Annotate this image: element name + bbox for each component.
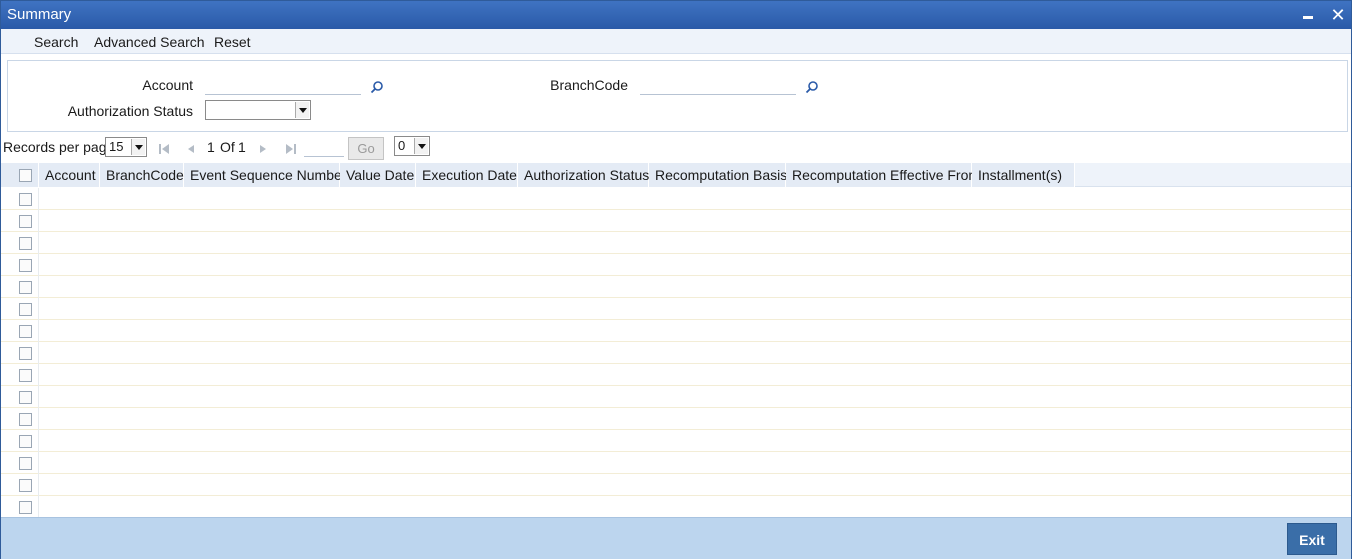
row-select-cell (1, 210, 39, 232)
table-row[interactable] (1, 496, 1351, 517)
column-header-execution-date[interactable]: Execution Date (416, 163, 518, 187)
row-select-cell (1, 342, 39, 364)
row-select-cell (1, 188, 39, 210)
row-select-cell (1, 364, 39, 386)
row-checkbox[interactable] (19, 501, 32, 514)
row-select-cell (1, 320, 39, 342)
row-select-cell (1, 254, 39, 276)
row-checkbox[interactable] (19, 413, 32, 426)
search-criteria-panel: Account BranchCode Authorization Status (7, 60, 1348, 132)
table-row[interactable] (1, 232, 1351, 254)
chevron-down-icon (414, 138, 428, 154)
title-bar: Summary ✕ (1, 1, 1351, 29)
row-select-cell (1, 430, 39, 452)
table-row[interactable] (1, 452, 1351, 474)
footer-bar: Exit (1, 517, 1351, 559)
column-header-event-sequence-number[interactable]: Event Sequence Number (184, 163, 346, 187)
select-all-checkbox[interactable] (19, 169, 32, 182)
row-checkbox[interactable] (19, 457, 32, 470)
column-header-recomputation-effective-from[interactable]: Recomputation Effective From (786, 163, 980, 187)
menu-advanced-search[interactable]: Advanced Search (94, 34, 205, 50)
page-of-label: Of (220, 139, 235, 155)
row-checkbox[interactable] (19, 303, 32, 316)
page-current: 1 (207, 139, 215, 155)
row-select-cell (1, 408, 39, 430)
table-row[interactable] (1, 386, 1351, 408)
table-row[interactable] (1, 276, 1351, 298)
row-checkbox[interactable] (19, 435, 32, 448)
row-select-cell (1, 276, 39, 298)
table-row[interactable] (1, 254, 1351, 276)
prev-page-icon[interactable] (185, 143, 197, 155)
results-table: Account BranchCode Event Sequence Number… (1, 163, 1351, 517)
column-header-recomputation-basis[interactable]: Recomputation Basis (649, 163, 787, 187)
row-select-cell (1, 452, 39, 474)
table-row[interactable] (1, 408, 1351, 430)
column-header-value-date[interactable]: Value Date (340, 163, 416, 187)
column-header-installments[interactable]: Installment(s) (972, 163, 1075, 187)
column-header-authorization-status[interactable]: Authorization Status (518, 163, 649, 187)
table-row[interactable] (1, 320, 1351, 342)
menu-reset[interactable]: Reset (214, 34, 251, 50)
table-row[interactable] (1, 210, 1351, 232)
go-button[interactable]: Go (348, 137, 384, 160)
summary-window: Summary ✕ Search Advanced Search Reset A… (0, 0, 1352, 559)
chevron-down-icon (295, 102, 309, 118)
row-checkbox[interactable] (19, 347, 32, 360)
pagination-bar: Records per page 15 1 Of 1 Go 0 (1, 134, 1351, 161)
search-icon[interactable] (805, 80, 819, 94)
row-checkbox[interactable] (19, 325, 32, 338)
row-checkbox[interactable] (19, 369, 32, 382)
table-header: Account BranchCode Event Sequence Number… (1, 163, 1351, 187)
row-select-cell (1, 232, 39, 254)
row-checkbox[interactable] (19, 193, 32, 206)
table-row[interactable] (1, 430, 1351, 452)
row-checkbox[interactable] (19, 391, 32, 404)
table-row[interactable] (1, 298, 1351, 320)
table-row[interactable] (1, 364, 1351, 386)
page-select[interactable]: 0 (394, 136, 430, 156)
minimize-button[interactable] (1298, 5, 1318, 25)
next-page-icon[interactable] (257, 143, 269, 155)
row-select-cell (1, 386, 39, 408)
records-per-page-select[interactable]: 15 (105, 137, 147, 157)
search-icon[interactable] (370, 80, 384, 94)
row-select-cell (1, 474, 39, 496)
account-label: Account (142, 77, 193, 93)
branchcode-label: BranchCode (550, 77, 628, 93)
column-header-account[interactable]: Account (39, 163, 100, 187)
records-per-page-label: Records per page (3, 139, 115, 155)
row-checkbox[interactable] (19, 259, 32, 272)
row-select-cell (1, 298, 39, 320)
row-checkbox[interactable] (19, 281, 32, 294)
row-checkbox[interactable] (19, 215, 32, 228)
chevron-down-icon (131, 139, 145, 155)
table-row[interactable] (1, 188, 1351, 210)
menu-search[interactable]: Search (34, 34, 78, 50)
authorization-status-select[interactable] (205, 100, 311, 120)
exit-button[interactable]: Exit (1287, 523, 1337, 555)
close-button[interactable]: ✕ (1328, 5, 1348, 25)
first-page-icon[interactable] (158, 143, 170, 155)
row-checkbox[interactable] (19, 237, 32, 250)
authorization-status-label: Authorization Status (67, 103, 193, 119)
branchcode-input[interactable] (640, 77, 796, 95)
row-select-cell (1, 496, 39, 517)
select-all-cell (1, 163, 39, 187)
menu-bar: Search Advanced Search Reset (1, 29, 1351, 54)
column-header-branchcode[interactable]: BranchCode (100, 163, 184, 187)
table-row[interactable] (1, 474, 1351, 496)
last-page-icon[interactable] (285, 143, 297, 155)
goto-page-input[interactable] (304, 139, 344, 157)
row-checkbox[interactable] (19, 479, 32, 492)
account-input[interactable] (205, 77, 361, 95)
page-total: 1 (238, 139, 246, 155)
table-row[interactable] (1, 342, 1351, 364)
window-title: Summary (7, 6, 72, 23)
